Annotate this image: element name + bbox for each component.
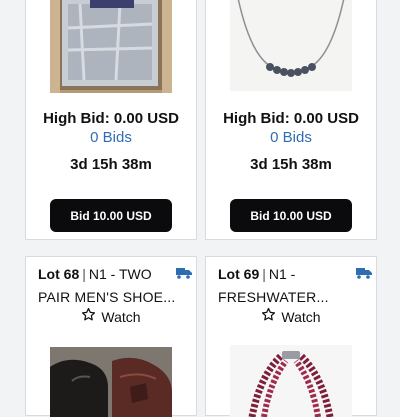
- lot-separator: |: [262, 266, 266, 282]
- lot-image[interactable]: [230, 345, 352, 417]
- lot-image[interactable]: [50, 347, 172, 417]
- watch-button[interactable]: Watch: [26, 307, 196, 327]
- lot-card[interactable]: High Bid: 0.00 USD 0 Bids 3d 15h 38m Bid…: [25, 0, 197, 240]
- watch-label: Watch: [281, 309, 321, 325]
- lot-image[interactable]: [50, 0, 172, 93]
- lot-title-prefix: N1 - TWO: [88, 266, 152, 282]
- lot-header: Lot 69 | N1 -: [218, 264, 368, 284]
- time-left-text: 3d 15h 38m: [250, 156, 332, 173]
- lot-card[interactable]: Lot 69 | N1 - FRESHWATER... Watch: [205, 256, 377, 417]
- lot-number: Lot 68: [38, 266, 80, 282]
- watch-label: Watch: [101, 309, 141, 325]
- lot-card[interactable]: Lot 68 | N1 - TWO PAIR MEN'S SHOE... Watch: [25, 256, 197, 417]
- high-bid-text: High Bid: 0.00 USD: [223, 110, 359, 127]
- watch-button[interactable]: Watch: [206, 307, 376, 327]
- truck-icon: [176, 266, 192, 284]
- lot-title[interactable]: FRESHWATER...: [218, 288, 368, 306]
- star-icon: [81, 307, 96, 327]
- lot-header: Lot 68 | N1 - TWO: [38, 264, 188, 284]
- lot-card[interactable]: High Bid: 0.00 USD 0 Bids 3d 15h 38m Bid…: [205, 0, 377, 240]
- time-left-text: 3d 15h 38m: [70, 156, 152, 173]
- lot-title-prefix: N1 -: [268, 266, 296, 282]
- truck-icon: [356, 266, 372, 284]
- high-bid-text: High Bid: 0.00 USD: [43, 110, 179, 127]
- lot-number: Lot 69: [218, 266, 260, 282]
- bid-button[interactable]: Bid 10.00 USD: [50, 199, 172, 232]
- lot-image[interactable]: [230, 0, 352, 91]
- lot-title[interactable]: PAIR MEN'S SHOE...: [38, 288, 188, 306]
- lot-separator: |: [82, 266, 86, 282]
- bid-button[interactable]: Bid 10.00 USD: [230, 199, 352, 232]
- star-icon: [261, 307, 276, 327]
- bids-count-link[interactable]: 0 Bids: [206, 129, 376, 147]
- bids-count-link[interactable]: 0 Bids: [26, 129, 196, 147]
